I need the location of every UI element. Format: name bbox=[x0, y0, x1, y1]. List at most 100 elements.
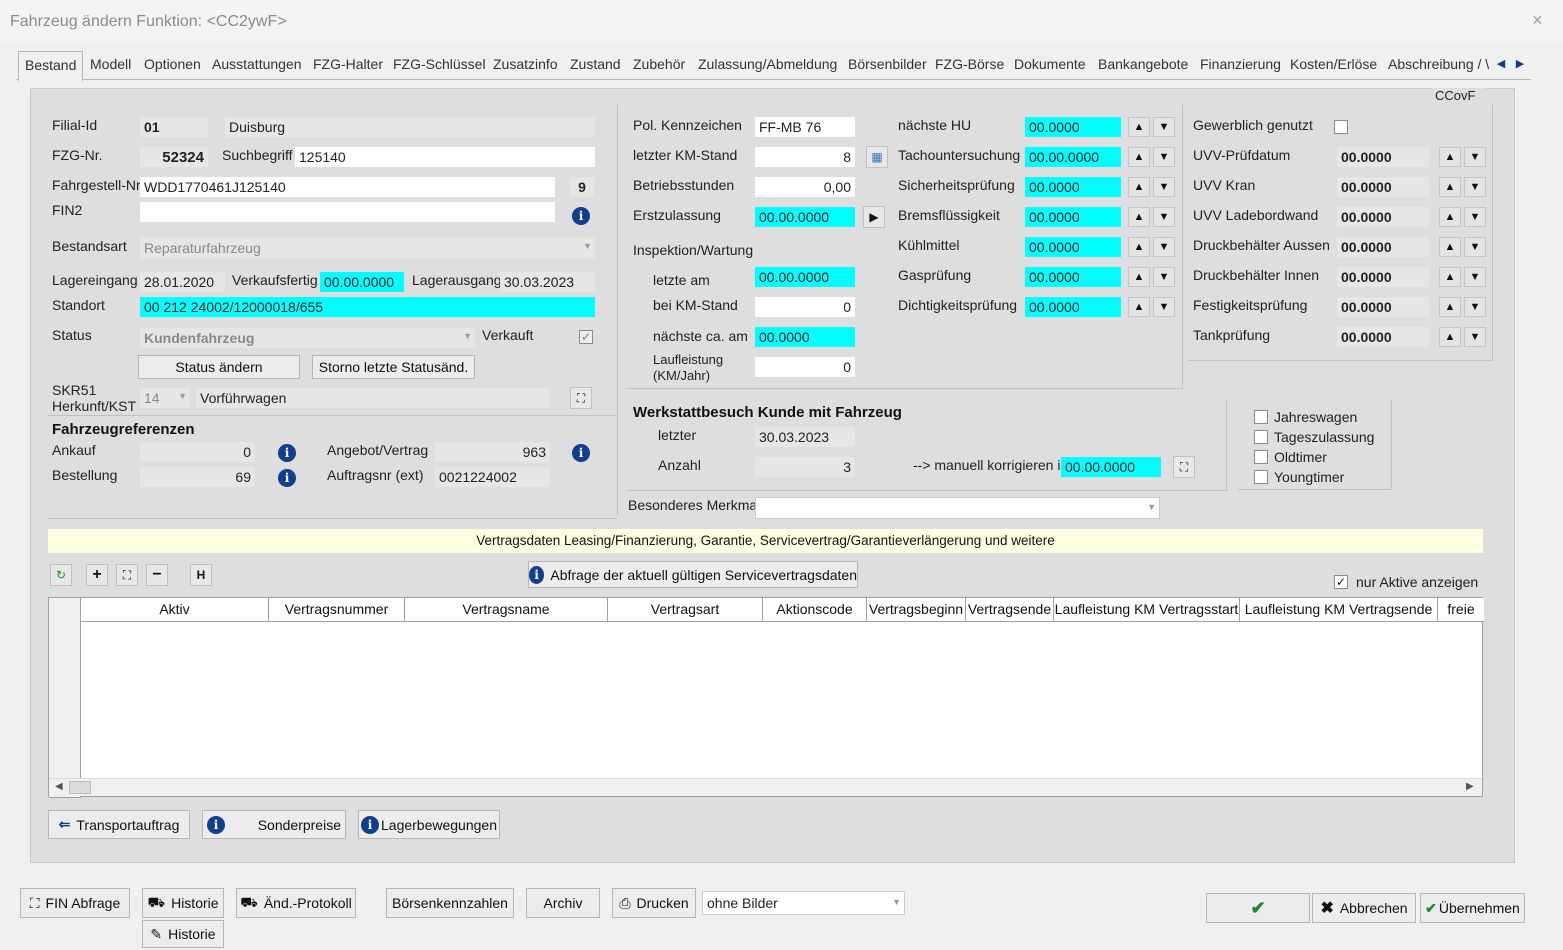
lagerbewegungen-button[interactable]: i Lagerbewegungen bbox=[358, 810, 500, 839]
historie-button[interactable]: ⛟ Historie bbox=[142, 888, 224, 918]
suchbegriff-input[interactable]: 125140 bbox=[295, 147, 595, 167]
historie-werkstatt-button[interactable]: ✎ Historie bbox=[142, 920, 224, 948]
uvv-pruefung-field[interactable]: 00.0000 bbox=[1337, 177, 1429, 197]
fin2-input[interactable] bbox=[140, 202, 555, 222]
fin-abfrage-button[interactable]: ⛶ FIN Abfrage bbox=[20, 888, 130, 918]
grid-header-laufleistung-start[interactable]: Laufleistung KM Vertragsstart bbox=[1054, 598, 1240, 622]
pruefung-field[interactable]: 00.0000 bbox=[1025, 237, 1121, 257]
jahreswagen-checkbox[interactable] bbox=[1254, 410, 1268, 424]
refresh-icon[interactable]: ↻ bbox=[50, 564, 72, 586]
arrow-up-icon[interactable]: ▲ bbox=[1128, 117, 1150, 137]
km-stand-input[interactable]: 8 bbox=[755, 147, 855, 167]
add-icon[interactable]: + bbox=[86, 564, 108, 586]
tab-finanzierung[interactable]: Finanzierung bbox=[1200, 56, 1281, 72]
oldtimer-checkbox[interactable] bbox=[1254, 450, 1268, 464]
tab-zulassung[interactable]: Zulassung/Abmeldung bbox=[698, 56, 837, 72]
lagereingang-field[interactable]: 28.01.2020 bbox=[140, 272, 225, 292]
manuell-field[interactable]: 00.00.0000 bbox=[1061, 457, 1161, 477]
arrow-up-icon[interactable]: ▲ bbox=[1439, 237, 1461, 257]
grid-header-vertragsbeginn[interactable]: Vertragsbeginn bbox=[867, 598, 966, 622]
tab-zubehoer[interactable]: Zubehör bbox=[633, 56, 685, 72]
transportauftrag-button[interactable]: ⇐ Transportauftrag bbox=[48, 810, 190, 839]
gewerblich-checkbox[interactable] bbox=[1334, 120, 1348, 134]
verkauft-checkbox[interactable]: ✓ bbox=[579, 330, 593, 344]
druck-option-select[interactable]: ohne Bilder ▼ bbox=[702, 891, 905, 915]
arrow-down-icon[interactable]: ▼ bbox=[1464, 267, 1486, 287]
horizontal-scrollbar[interactable]: ◀ ▶ bbox=[49, 778, 1482, 796]
tab-zusatzinfo[interactable]: Zusatzinfo bbox=[493, 56, 558, 72]
tab-fzg-halter[interactable]: FZG-Halter bbox=[313, 56, 383, 72]
binoculars-icon[interactable]: ⛶ bbox=[116, 564, 138, 586]
history-h-icon[interactable]: H bbox=[190, 564, 212, 586]
lagerausgang-field[interactable]: 30.03.2023 bbox=[500, 272, 595, 292]
pruefung-field[interactable]: 00.0000 bbox=[1025, 297, 1121, 317]
erstzulassung-field[interactable]: 00.00.0000 bbox=[755, 207, 855, 227]
scrollbar-thumb[interactable] bbox=[69, 781, 91, 794]
tab-fzg-schluessel[interactable]: FZG-Schlüssel bbox=[393, 56, 486, 72]
fin2-info-button[interactable]: i bbox=[570, 205, 592, 227]
vertrag-grid[interactable]: Aktiv Vertragsnummer Vertragsname Vertra… bbox=[48, 597, 1484, 798]
tab-boersenbilder[interactable]: Börsenbilder bbox=[848, 56, 927, 72]
scroll-left-icon[interactable]: ◀ bbox=[55, 781, 63, 792]
filial-id-field[interactable]: 01 bbox=[140, 117, 208, 137]
calculator-icon[interactable]: ▦ bbox=[866, 146, 888, 168]
tab-dokumente[interactable]: Dokumente bbox=[1014, 56, 1086, 72]
grid-header-freie[interactable]: freie bbox=[1438, 598, 1484, 622]
nur-aktive-checkbox[interactable]: ✓ bbox=[1334, 575, 1348, 589]
bestellung-info-button[interactable]: i bbox=[276, 467, 298, 489]
youngtimer-checkbox[interactable] bbox=[1254, 470, 1268, 484]
arrow-down-icon[interactable]: ▼ bbox=[1464, 177, 1486, 197]
drucken-button[interactable]: ⎙ Drucken bbox=[612, 888, 696, 918]
sonderpreise-button[interactable]: i Sonderpreise bbox=[202, 810, 346, 839]
grid-header-vertragsnummer[interactable]: Vertragsnummer bbox=[269, 598, 405, 622]
arrow-up-icon[interactable]: ▲ bbox=[1439, 147, 1461, 167]
tab-modell[interactable]: Modell bbox=[90, 56, 131, 72]
arrow-up-icon[interactable]: ▲ bbox=[1439, 207, 1461, 227]
fahrgestell-input[interactable]: WDD1770461J125140 bbox=[140, 177, 555, 197]
betriebsstunden-input[interactable]: 0,00 bbox=[755, 177, 855, 197]
uvv-pruefung-field[interactable]: 00.0000 bbox=[1337, 297, 1429, 317]
tab-kosten[interactable]: Kosten/Erlöse bbox=[1290, 56, 1377, 72]
status-aendern-button[interactable]: Status ändern bbox=[138, 355, 300, 379]
arrow-down-icon[interactable]: ▼ bbox=[1153, 267, 1175, 287]
bei-km-input[interactable]: 0 bbox=[755, 297, 855, 317]
verkaufsfertig-field[interactable]: 00.00.0000 bbox=[320, 272, 404, 292]
standort-field[interactable]: 00 212 24002/12000018/655 bbox=[140, 297, 595, 317]
abbrechen-button[interactable]: ✖ Abbrechen bbox=[1312, 893, 1416, 923]
pruefung-field[interactable]: 00.0000 bbox=[1025, 207, 1121, 227]
arrow-down-icon[interactable]: ▼ bbox=[1153, 237, 1175, 257]
arrow-up-icon[interactable]: ▲ bbox=[1128, 207, 1150, 227]
uvv-pruefung-field[interactable]: 00.0000 bbox=[1337, 237, 1429, 257]
tab-bankangebote[interactable]: Bankangebote bbox=[1098, 56, 1188, 72]
uvv-pruefung-field[interactable]: 00.0000 bbox=[1337, 147, 1429, 167]
pruefung-field[interactable]: 00.0000 bbox=[1025, 177, 1121, 197]
pruefung-field[interactable]: 00.0000 bbox=[1025, 267, 1121, 287]
laufleistung-input[interactable]: 0 bbox=[755, 357, 855, 377]
tab-zustand[interactable]: Zustand bbox=[570, 56, 621, 72]
ankauf-info-button[interactable]: i bbox=[276, 442, 298, 464]
tab-fzg-boerse[interactable]: FZG-Börse bbox=[935, 56, 1004, 72]
tab-optionen[interactable]: Optionen bbox=[144, 56, 201, 72]
pruefung-field[interactable]: 00.0000 bbox=[1025, 117, 1121, 137]
arrow-up-icon[interactable]: ▲ bbox=[1128, 297, 1150, 317]
arrow-down-icon[interactable]: ▼ bbox=[1464, 207, 1486, 227]
grid-header-vertragsende[interactable]: Vertragsende bbox=[966, 598, 1054, 622]
arrow-up-icon[interactable]: ▲ bbox=[1439, 177, 1461, 197]
tab-scroll-left-icon[interactable]: ◀ bbox=[1492, 54, 1510, 74]
uvv-pruefung-field[interactable]: 00.0000 bbox=[1337, 327, 1429, 347]
arrow-down-icon[interactable]: ▼ bbox=[1153, 177, 1175, 197]
arrow-down-icon[interactable]: ▼ bbox=[1464, 297, 1486, 317]
letzte-am-field[interactable]: 00.00.0000 bbox=[755, 267, 855, 287]
uebernehmen-button[interactable]: ✔ Übernehmen bbox=[1420, 893, 1525, 923]
scroll-right-icon[interactable]: ▶ bbox=[1466, 781, 1474, 792]
tab-scroll-right-icon[interactable]: ▶ bbox=[1511, 54, 1529, 74]
abfrage-servicevertrag-button[interactable]: i Abfrage der aktuell gültigen Servicever… bbox=[528, 561, 858, 588]
naechste-field[interactable]: 00.0000 bbox=[755, 327, 855, 347]
binoculars-icon[interactable]: ⛶ bbox=[570, 387, 592, 409]
aenderungsprotokoll-button[interactable]: ⛟ Änd.-Protokoll bbox=[236, 888, 356, 918]
arrow-down-icon[interactable]: ▼ bbox=[1464, 147, 1486, 167]
tab-abschreibung[interactable]: Abschreibung / \ bbox=[1388, 56, 1490, 72]
arrow-up-icon[interactable]: ▲ bbox=[1439, 297, 1461, 317]
tab-bestand[interactable]: Bestand bbox=[18, 51, 84, 81]
arrow-down-icon[interactable]: ▼ bbox=[1153, 117, 1175, 137]
